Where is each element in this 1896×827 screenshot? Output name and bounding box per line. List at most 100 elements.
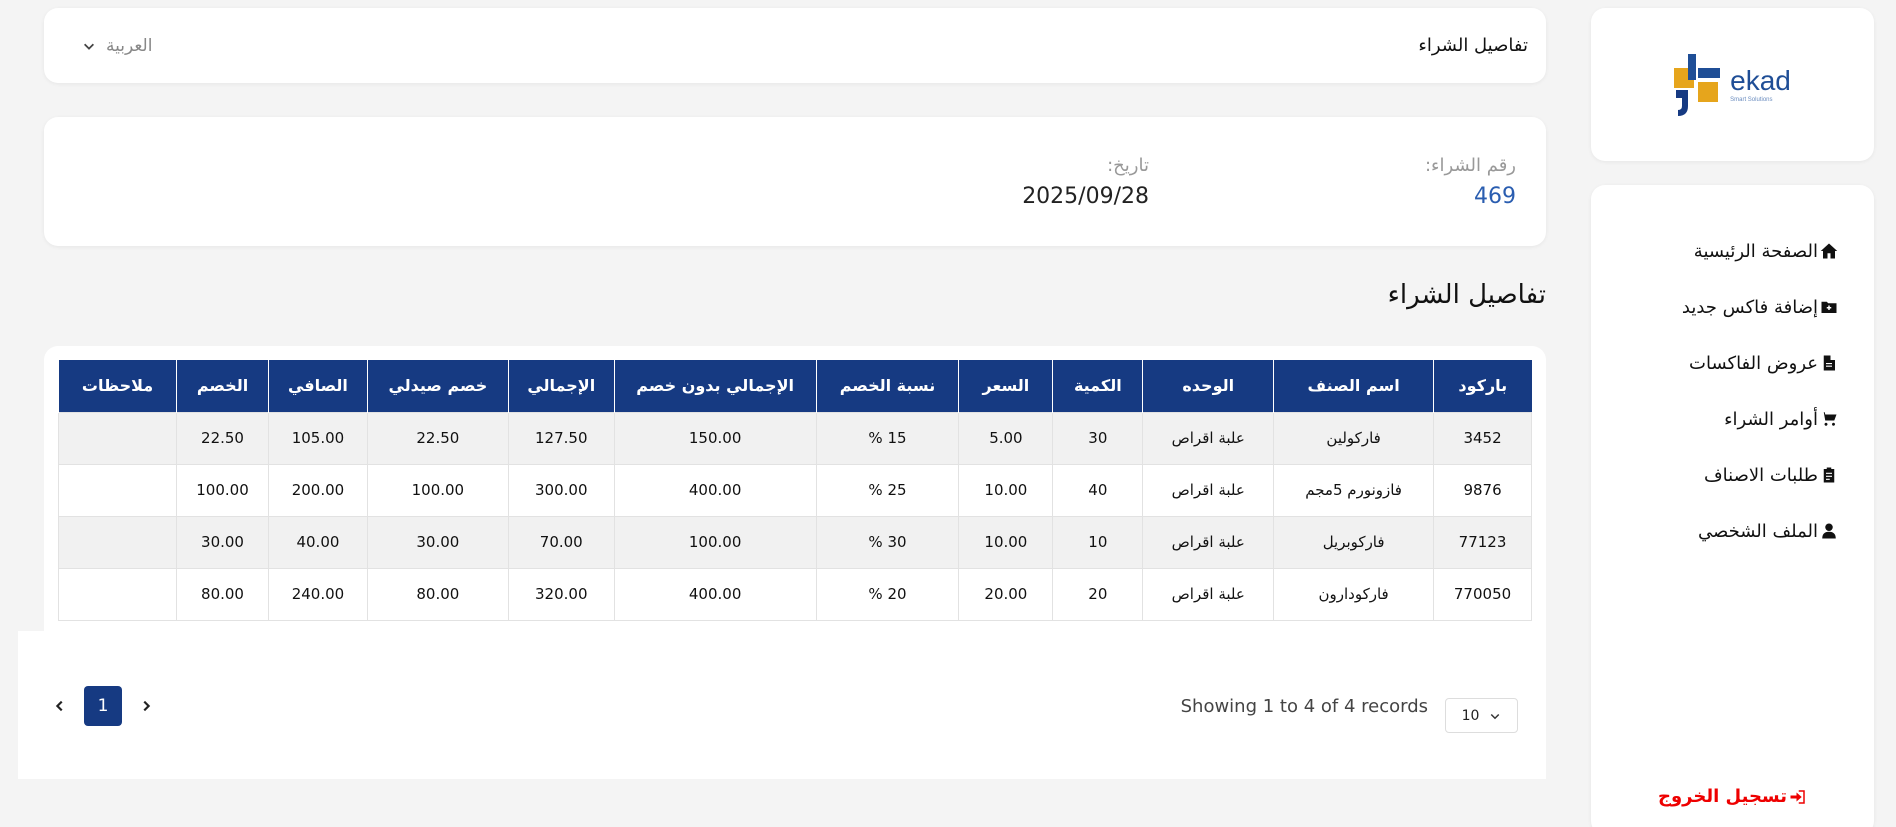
sidebar-item-add-fax[interactable]: إضافة فاكس جديد [1591,279,1874,335]
column-header: الإجمالي [507,360,615,412]
sidebar-item-item-requests[interactable]: طلبات الاصناف [1591,447,1874,503]
cell-quantity: 30 [1052,411,1144,465]
column-header: باركود [1433,360,1532,412]
cell-total: 300.00 [507,463,615,517]
cell-price: 10.00 [958,463,1054,517]
date-value: 2025/09/28 [1022,184,1149,209]
chevron-down-icon [1491,713,1500,719]
page-size-select[interactable]: 10 [1445,698,1518,733]
cell-total-before-discount: 150.00 [613,411,817,465]
sidebar-item-fax-offers[interactable]: عروض الفاكسات [1591,335,1874,391]
cell-discount-rate: 15 % [815,411,960,465]
cell-pharmacist-discount: 100.00 [366,463,509,517]
date-label: تاريخ: [1107,155,1149,176]
next-page-button[interactable] [134,694,158,718]
column-header: السعر [958,360,1053,412]
logout-label: تسجيل الخروج [1658,786,1787,807]
cart-icon [1820,412,1837,426]
cell-total: 320.00 [507,567,615,621]
cell-discount: 22.50 [176,411,269,465]
table-row: 770050 فاركودارون علبة اقراص 20 20.00 20… [57,567,1532,621]
sidebar-item-label: الملف الشخصي [1698,520,1818,542]
sidebar: الصفحة الرئيسية إضافة فاكس جديد عروض الف… [1591,185,1874,827]
cell-notes [57,567,178,621]
sidebar-item-label: عروض الفاكسات [1689,352,1818,374]
prev-page-button[interactable] [48,694,72,718]
brand-tagline: Smart Solutions [1730,96,1773,103]
cell-notes [57,515,178,569]
sidebar-item-home[interactable]: الصفحة الرئيسية [1591,223,1874,279]
cell-unit: علبة اقراص [1142,411,1275,465]
brand-name: ekad [1730,64,1791,96]
table-header-row: باركود اسم الصنف الوحده الكمية السعر نسب… [57,360,1532,412]
cell-discount: 80.00 [176,567,269,621]
cell-net: 40.00 [267,515,368,569]
page-title: تفاصيل الشراء [1418,35,1528,56]
language-selector[interactable]: العربية [82,36,152,56]
cell-discount-rate: 25 % [815,463,960,517]
cell-total-before-discount: 400.00 [613,463,817,517]
cell-total-before-discount: 100.00 [613,515,817,569]
chevron-right-icon [143,700,151,712]
home-icon [1820,243,1838,259]
sidebar-item-label: الصفحة الرئيسية [1693,240,1818,262]
sidebar-item-label: طلبات الاصناف [1704,464,1818,486]
cell-total: 70.00 [507,515,615,569]
cell-discount: 100.00 [176,463,269,517]
cell-pharmacist-discount: 22.50 [366,411,509,465]
column-header: خصم صيدلي [366,360,509,412]
column-header: الكمية [1052,360,1143,412]
purchase-details-table: باركود اسم الصنف الوحده الكمية السعر نسب… [57,360,1532,621]
cell-price: 5.00 [958,411,1054,465]
cell-discount-rate: 30 % [815,515,960,569]
date-block: تاريخ: 2025/09/28 [1022,155,1149,209]
sidebar-item-label: إضافة فاكس جديد [1681,296,1818,318]
sidebar-item-label: أوامر الشراء [1724,408,1818,430]
pagination: 1 [48,686,158,726]
table-row: 9876 فازونورم 5مجم علبة اقراص 40 10.00 2… [57,463,1532,517]
logout-button[interactable]: تسجيل الخروج [1591,786,1874,807]
cell-quantity: 40 [1052,463,1144,517]
cell-net: 240.00 [267,567,368,621]
brand-logo: ekad Smart Solutions [1674,53,1791,116]
cell-barcode: 9876 [1433,463,1532,517]
folder-plus-icon [1821,301,1837,313]
language-label: العربية [106,35,153,56]
purchase-number-value: 469 [1474,184,1516,209]
cell-item-name: فاركولين [1273,411,1435,465]
page-size-value: 10 [1461,707,1480,724]
cell-price: 10.00 [958,515,1054,569]
purchase-number-block: رقم الشراء: 469 [1425,155,1516,209]
sidebar-item-purchase-orders[interactable]: أوامر الشراء [1591,391,1874,447]
column-header: اسم الصنف [1273,360,1434,412]
cell-barcode: 770050 [1433,567,1532,621]
cell-item-name: فاركودارون [1273,567,1435,621]
cell-barcode: 77123 [1433,515,1532,569]
page-button-current[interactable]: 1 [84,686,122,726]
section-title: تفاصيل الشراء [1387,280,1546,310]
cell-notes [57,463,178,517]
file-icon [1823,355,1835,371]
chevron-down-icon [84,43,94,50]
cell-pharmacist-discount: 80.00 [366,567,509,621]
cell-total: 127.50 [507,411,615,465]
logo-card: ekad Smart Solutions [1591,8,1874,161]
user-icon [1822,523,1836,539]
cell-net: 105.00 [267,411,368,465]
purchase-info-card: رقم الشراء: 469 تاريخ: 2025/09/28 [44,117,1546,246]
column-header: ملاحظات [57,360,177,412]
table-row: 3452 فاركولين علبة اقراص 30 5.00 15 % 15… [57,411,1532,465]
cell-price: 20.00 [958,567,1054,621]
cell-unit: علبة اقراص [1142,567,1275,621]
table-footer: 10 Showing 1 to 4 of 4 records 1 [18,631,1546,779]
cell-quantity: 20 [1052,567,1144,621]
column-header: الإجمالي بدون خصم [613,360,817,412]
cell-unit: علبة اقراص [1142,463,1275,517]
cell-discount: 30.00 [176,515,269,569]
cell-unit: علبة اقراص [1142,515,1275,569]
logout-icon [1790,789,1805,804]
ekad-logo-icon [1674,53,1721,116]
column-header: الصافي [267,360,368,412]
sidebar-item-profile[interactable]: الملف الشخصي [1591,503,1874,559]
column-header: الخصم [176,360,269,412]
